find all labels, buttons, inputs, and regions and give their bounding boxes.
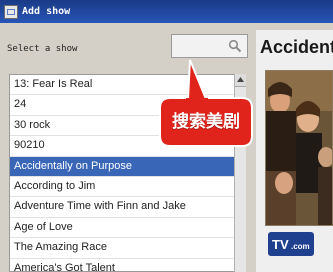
list-item[interactable]: 13: Fear Is Real	[10, 75, 245, 96]
app-window-icon	[4, 4, 18, 19]
chevron-up-icon	[237, 77, 244, 82]
title-bar: Add show	[0, 0, 333, 23]
select-show-label: Select a show	[7, 44, 78, 54]
search-input[interactable]	[171, 34, 248, 58]
list-item[interactable]: Age of Love	[10, 218, 245, 239]
show-title: Accident	[260, 37, 333, 57]
list-item[interactable]: The Amazing Race	[10, 238, 245, 259]
list-item[interactable]: America's Got Talent	[10, 259, 245, 271]
list-item[interactable]: According to Jim	[10, 177, 245, 198]
list-item-selected[interactable]: Accidentally on Purpose	[10, 156, 245, 177]
search-icon[interactable]	[228, 39, 242, 53]
tvcom-logo: TV .com	[268, 232, 314, 256]
show-poster-image	[265, 70, 333, 226]
callout-text: 搜索美剧	[172, 112, 240, 132]
window-title: Add show	[22, 6, 71, 17]
list-item[interactable]: Adventure Time with Finn and Jake	[10, 197, 245, 218]
scroll-up-button[interactable]	[235, 74, 246, 87]
svg-text:.com: .com	[291, 242, 310, 251]
svg-text:TV: TV	[272, 237, 289, 252]
